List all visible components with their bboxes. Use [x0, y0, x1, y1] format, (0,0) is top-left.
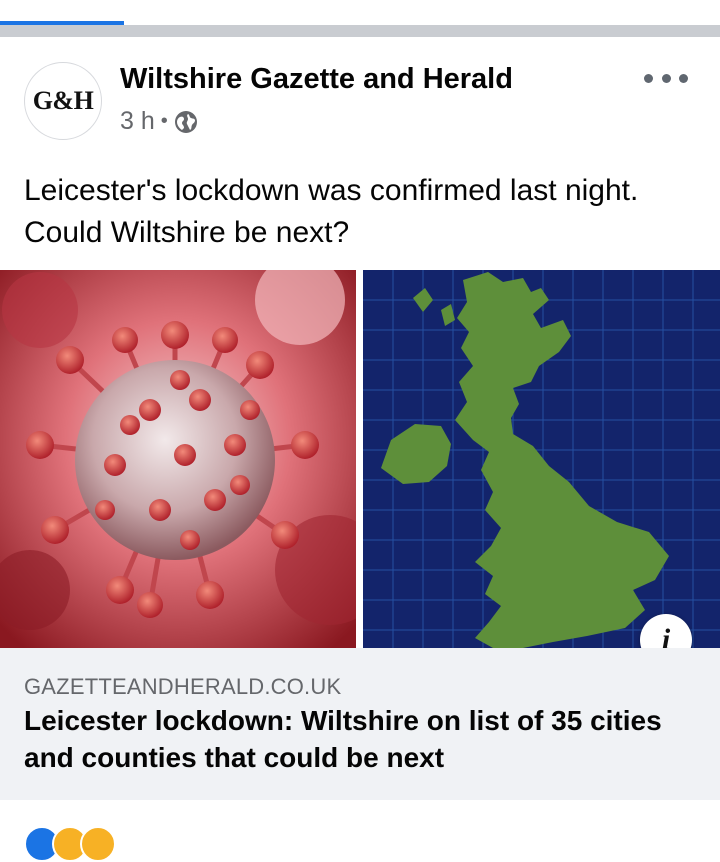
- link-title[interactable]: Leicester lockdown: Wiltshire on list of…: [24, 702, 704, 776]
- uk-map-image: [363, 270, 720, 648]
- page-name[interactable]: Wiltshire Gazette and Herald: [120, 63, 513, 96]
- post-time[interactable]: 3 h: [120, 107, 155, 136]
- more-dots-icon: [644, 73, 653, 83]
- more-options-button[interactable]: [644, 65, 688, 91]
- page-avatar[interactable]: G&H: [24, 62, 102, 140]
- meta-separator: •: [160, 110, 168, 132]
- link-preview[interactable]: GAZETTEANDHERALD.CO.UK Leicester lockdow…: [0, 648, 720, 800]
- avatar-logo-text: G&H: [32, 86, 94, 115]
- link-domain: GAZETTEANDHERALD.CO.UK: [24, 674, 342, 699]
- haha-icon: [80, 826, 116, 862]
- globe-icon: [174, 110, 197, 133]
- coronavirus-image: [0, 270, 356, 648]
- reaction-bar: [0, 800, 720, 862]
- post-message: Leicester's lockdown was confirmed last …: [24, 170, 704, 254]
- post-header: G&H Wiltshire Gazette and Herald 3 h •: [0, 37, 720, 157]
- link-image[interactable]: i: [0, 270, 720, 666]
- post-text-line: Could Wiltshire be next?: [24, 216, 350, 249]
- image-gap: [356, 270, 363, 648]
- post-text-line: Leicester's lockdown was confirmed last …: [24, 174, 639, 207]
- reaction-icons[interactable]: [24, 826, 116, 862]
- feed-divider: [0, 25, 720, 37]
- post-meta: 3 h •: [120, 107, 198, 136]
